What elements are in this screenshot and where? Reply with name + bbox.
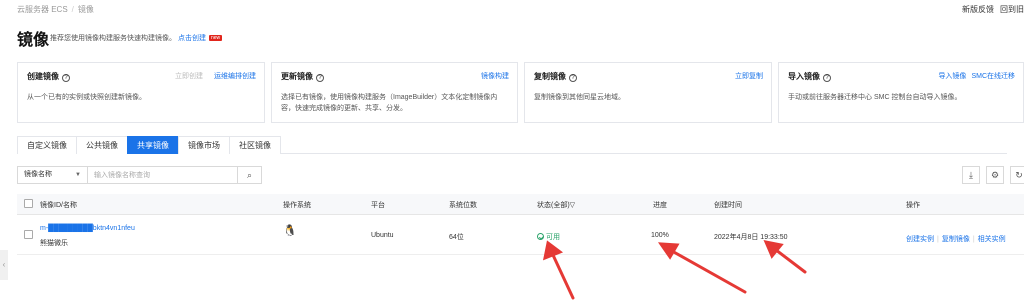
annotation-arrow-time bbox=[774, 248, 807, 274]
annotation-arrowhead-status bbox=[542, 240, 564, 261]
annotation-arrows bbox=[542, 239, 807, 300]
annotation-arrow-status bbox=[551, 253, 575, 300]
annotation-arrow-progress bbox=[670, 249, 747, 294]
annotation-arrowhead-progress bbox=[658, 242, 680, 260]
